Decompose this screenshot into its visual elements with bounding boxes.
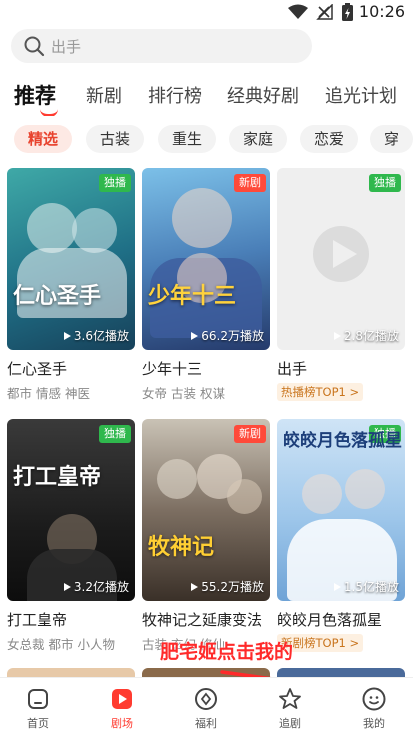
rank-tag[interactable]: 热播榜TOP1 >: [277, 383, 364, 401]
tab-classic[interactable]: 经典好剧: [227, 82, 299, 108]
chip-costume[interactable]: 古装: [86, 125, 145, 153]
search-input[interactable]: 出手: [11, 29, 312, 63]
nav-label: 剧场: [111, 717, 133, 730]
no-signal-icon: [316, 4, 333, 20]
tab-new-drama[interactable]: 新剧: [86, 82, 122, 108]
new-badge: 新剧: [234, 425, 266, 443]
card-tags: 女总裁 都市 小人物: [7, 637, 115, 652]
wifi-icon: [288, 4, 308, 19]
top-tabs: 推荐 新剧 排行榜 经典好剧 追光计划: [14, 82, 413, 116]
drama-card-renxin[interactable]: 独播 仁心圣手 3.6亿播放 仁心圣手 都市 情感 神医: [7, 168, 135, 402]
poster-title: 仁心圣手: [13, 283, 102, 309]
exclusive-badge: 独播: [99, 174, 131, 192]
drama-card-chushou[interactable]: 独播 2.8亿播放 出手 热播榜TOP1 >: [277, 168, 405, 401]
poster-title: 皎皎月色落孤星: [283, 431, 402, 451]
poster-mushen[interactable]: 新剧 牧神记 55.2万播放: [142, 419, 270, 601]
tab-chase-light[interactable]: 追光计划: [325, 82, 397, 108]
status-time: 10:26: [358, 2, 405, 21]
card-tags: 都市 情感 神医: [7, 386, 90, 401]
nav-theater[interactable]: 剧场: [92, 686, 152, 731]
tab-active-indicator: [40, 109, 58, 116]
poster-title: 打工皇帝: [13, 464, 102, 490]
poster-shaonian[interactable]: 新剧 少年十三 66.2万播放: [142, 168, 270, 350]
card-title[interactable]: 仁心圣手: [7, 358, 135, 379]
nav-label: 追剧: [279, 717, 301, 730]
chip-time-travel[interactable]: 穿越: [370, 125, 413, 153]
placeholder-logo-icon: [313, 226, 369, 282]
nav-mine[interactable]: 我的: [344, 686, 404, 731]
nav-label: 我的: [363, 717, 385, 730]
coin-icon: [195, 688, 217, 710]
drama-card-jiaojiao[interactable]: 独播 皎皎月色落孤星 1.5亿播放 皎皎月色落孤星 新剧榜TOP1 >: [277, 419, 405, 652]
card-tags: 女帝 古装 权谋: [142, 386, 225, 401]
chip-rebirth[interactable]: 重生: [158, 125, 217, 153]
poster-chushou[interactable]: 独播 2.8亿播放: [277, 168, 405, 350]
poster-dagong[interactable]: 独播 打工皇帝 3.2亿播放: [7, 419, 135, 601]
star-icon: [279, 688, 301, 709]
user-icon: [362, 687, 386, 711]
poster-jiaojiao[interactable]: 独播 皎皎月色落孤星 1.5亿播放: [277, 419, 405, 601]
card-title[interactable]: 皎皎月色落孤星: [277, 609, 405, 630]
battery-charging-icon: [342, 3, 353, 21]
nav-label: 首页: [27, 717, 49, 730]
play-icon: [191, 332, 199, 340]
play-icon: [63, 332, 71, 340]
nav-follow[interactable]: 追剧: [260, 686, 320, 731]
chip-featured[interactable]: 精选: [14, 125, 73, 153]
bottom-nav: 首页 剧场 福利 追剧 我的: [0, 677, 413, 742]
play-count: 66.2万播放: [191, 327, 264, 344]
nav-welfare[interactable]: 福利: [176, 686, 236, 731]
chip-family[interactable]: 家庭: [229, 125, 288, 153]
nav-home[interactable]: 首页: [8, 686, 68, 731]
drama-card-mushen[interactable]: 新剧 牧神记 55.2万播放 牧神记之延康变法 古装 玄幻 修仙: [142, 419, 270, 653]
card-title[interactable]: 牧神记之延康变法: [142, 609, 270, 630]
poster-title: 少年十三: [148, 283, 237, 309]
drama-card-dagong[interactable]: 独播 打工皇帝 3.2亿播放 打工皇帝 女总裁 都市 小人物: [7, 419, 135, 653]
tab-recommend[interactable]: 推荐: [14, 82, 56, 110]
status-icons: [288, 3, 353, 21]
new-badge: 新剧: [234, 174, 266, 192]
play-count: 1.5亿播放: [333, 578, 399, 595]
play-icon: [63, 583, 71, 591]
play-count: 3.6亿播放: [63, 327, 129, 344]
search-icon: [24, 36, 45, 57]
poster-renxin[interactable]: 独播 仁心圣手 3.6亿播放: [7, 168, 135, 350]
play-count: 2.8亿播放: [333, 327, 399, 344]
tutorial-annotation: 肥宅姬点击我的: [160, 641, 294, 663]
home-icon: [28, 689, 48, 709]
play-count: 55.2万播放: [191, 578, 264, 595]
play-icon: [333, 332, 341, 340]
card-title[interactable]: 打工皇帝: [7, 609, 135, 630]
exclusive-badge: 独播: [369, 174, 401, 192]
play-icon: [191, 583, 199, 591]
exclusive-badge: 独播: [99, 425, 131, 443]
tab-ranking[interactable]: 排行榜: [148, 82, 202, 108]
status-bar: 10:26: [0, 0, 413, 24]
search-placeholder: 出手: [51, 37, 82, 56]
category-chips: 精选 古装 重生 家庭 恋爱 穿越: [0, 125, 413, 155]
card-title[interactable]: 出手: [277, 358, 405, 379]
play-icon: [333, 583, 341, 591]
poster-title: 牧神记: [148, 534, 215, 560]
nav-label: 福利: [195, 717, 217, 730]
drama-card-shaonian[interactable]: 新剧 少年十三 66.2万播放 少年十三 女帝 古装 权谋: [142, 168, 270, 402]
play-count: 3.2亿播放: [63, 578, 129, 595]
card-title[interactable]: 少年十三: [142, 358, 270, 379]
chip-romance[interactable]: 恋爱: [300, 125, 359, 153]
play-square-icon: [112, 689, 132, 709]
